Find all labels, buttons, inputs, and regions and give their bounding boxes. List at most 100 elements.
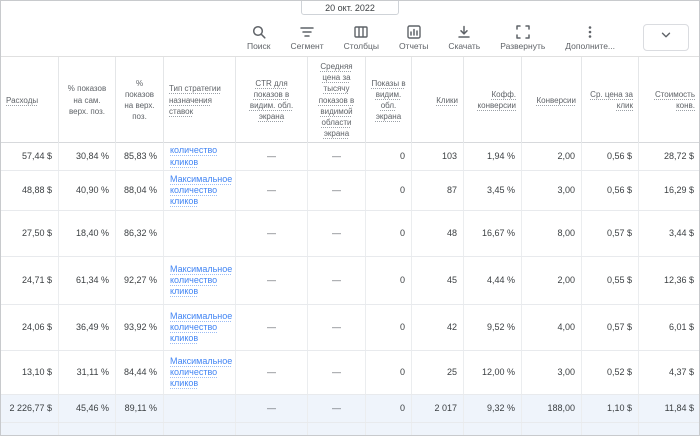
cell: —: [236, 423, 308, 436]
cell: Максимальное количество кликов: [164, 257, 236, 304]
table-row: 27,50 $18,40 %86,32 %——04816,67 %8,000,5…: [1, 211, 699, 257]
column-header-label: Клики: [436, 95, 458, 106]
bid-strategy-link[interactable]: Максимальное количество кликов: [170, 174, 232, 208]
toolbar-label: Скачать: [448, 41, 480, 51]
toolbar-button-segment[interactable]: Сегмент: [291, 24, 324, 51]
cell: 0: [366, 395, 412, 422]
ads-statistics-page: 20 окт. 2022 Поиск Сегмент Столбцы Отчеты Ск…: [0, 0, 700, 436]
cell: 0: [366, 351, 412, 394]
table-toolbar: Поиск Сегмент Столбцы Отчеты Скачать Разверну…: [1, 16, 699, 57]
column-header[interactable]: Показы в видим. обл. экрана: [366, 57, 412, 143]
download-icon: [456, 24, 472, 40]
cell: —: [308, 171, 366, 210]
bid-strategy-link[interactable]: Максимальное количество кликов: [170, 356, 232, 390]
cell: —: [236, 143, 308, 170]
cell: 28,72 $: [639, 143, 700, 170]
cell: 0: [366, 305, 412, 350]
cell: 4,37 $: [639, 351, 700, 394]
column-header-label: % показов на сам. верх. поз.: [64, 83, 110, 117]
date-range-button[interactable]: 20 окт. 2022: [301, 1, 399, 15]
cell: 9,32 %: [464, 423, 522, 436]
cell: 30,84 %: [59, 143, 116, 170]
toolbar-button-expand[interactable]: Развернуть: [500, 24, 545, 51]
cell: 89,11 %: [116, 423, 164, 436]
toolbar-label: Дополните...: [565, 41, 615, 51]
cell: 48: [412, 211, 464, 256]
column-header[interactable]: Средняя цена за тысячу показов в видимой…: [308, 57, 366, 143]
cell: 12,36 $: [639, 257, 700, 304]
cell: —: [308, 211, 366, 256]
segment-icon: [299, 24, 315, 40]
cell: 0,56 $: [582, 143, 639, 170]
cell: 9,52 %: [464, 305, 522, 350]
toolbar-button-download[interactable]: Скачать: [448, 24, 480, 51]
cell: 0: [366, 171, 412, 210]
toolbar-button-columns[interactable]: Столбцы: [344, 24, 379, 51]
cell: 0,57 $: [582, 211, 639, 256]
cell: —: [236, 305, 308, 350]
column-header[interactable]: CTR для показов в видим. обл. экрана: [236, 57, 308, 143]
cell: 18,40 %: [59, 211, 116, 256]
toolbar-button-more[interactable]: Дополните...: [565, 24, 615, 51]
column-header[interactable]: Расходы: [1, 57, 59, 143]
cell: 1,10 $: [582, 423, 639, 436]
column-header-label: CTR для показов в видим. обл. экрана: [241, 78, 302, 123]
cell: 9,32 %: [464, 395, 522, 422]
cell: —: [236, 171, 308, 210]
cell: —: [236, 257, 308, 304]
cell: 3,44 $: [639, 211, 700, 256]
cell: 45,46 %: [59, 423, 116, 436]
cell: —: [308, 305, 366, 350]
toolbar-label: Сегмент: [291, 41, 324, 51]
toolbar-label: Отчеты: [399, 41, 428, 51]
toolbar-label: Столбцы: [344, 41, 379, 51]
cell: 188,00: [522, 423, 582, 436]
column-header[interactable]: % показов на верх. поз.: [116, 57, 164, 143]
cell: —: [308, 423, 366, 436]
cell: 42: [412, 305, 464, 350]
column-header-label: Расходы: [6, 95, 38, 106]
cell: 89,11 %: [116, 395, 164, 422]
cell: 93,92 %: [116, 305, 164, 350]
collapse-table-button[interactable]: [643, 24, 689, 51]
cell: 24,71 $: [1, 257, 59, 304]
cell: 0,55 $: [582, 257, 639, 304]
cell: 88,04 %: [116, 171, 164, 210]
column-header[interactable]: Клики: [412, 57, 464, 143]
statistics-table: Расходы % показов на сам. верх. поз.% пок…: [1, 57, 699, 436]
toolbar-button-search[interactable]: Поиск: [247, 24, 271, 51]
cell: 0,57 $: [582, 305, 639, 350]
toolbar-button-reports[interactable]: Отчеты: [399, 24, 428, 51]
cell: 2,00: [522, 143, 582, 170]
summary-row: 2 226,77 $45,46 %89,11 %——02 0179,32 %18…: [1, 395, 699, 423]
column-header[interactable]: Ср. цена за клик: [582, 57, 639, 143]
column-header[interactable]: % показов на сам. верх. поз.: [59, 57, 116, 143]
cell: —: [308, 257, 366, 304]
cell: 0: [366, 211, 412, 256]
column-header-label: Ср. цена за клик: [587, 89, 633, 111]
cell: 57,44 $: [1, 143, 59, 170]
column-header-label: Конверсии: [536, 95, 576, 106]
column-header[interactable]: Кофф. конверсии: [464, 57, 522, 143]
cell: —: [308, 143, 366, 170]
cell: 24,06 $: [1, 305, 59, 350]
cell: 12,00 %: [464, 351, 522, 394]
cell: [164, 395, 236, 422]
bid-strategy-link[interactable]: Максимальное количество кликов: [170, 311, 232, 345]
column-header[interactable]: Конверсии: [522, 57, 582, 143]
cell: количество кликов: [164, 143, 236, 170]
cell: —: [236, 351, 308, 394]
bid-strategy-link[interactable]: количество кликов: [170, 145, 229, 168]
table-row: 57,44 $30,84 %85,83 %количество кликов——…: [1, 143, 699, 171]
table-row: 13,10 $31,11 %84,44 %Максимальное количе…: [1, 351, 699, 395]
column-header-label: Стоимость конв.: [644, 89, 695, 111]
column-header[interactable]: Тип стратегии назначения ставок: [164, 57, 236, 143]
toolbar-label: Поиск: [247, 41, 271, 51]
column-header[interactable]: Стоимость конв.: [639, 57, 700, 143]
cell: 1,94 %: [464, 143, 522, 170]
bid-strategy-link[interactable]: Максимальное количество кликов: [170, 264, 232, 298]
cell: —: [308, 351, 366, 394]
column-header-label: Показы в видим. обл. экрана: [371, 78, 406, 123]
search-icon: [251, 24, 267, 40]
cell: 45: [412, 257, 464, 304]
